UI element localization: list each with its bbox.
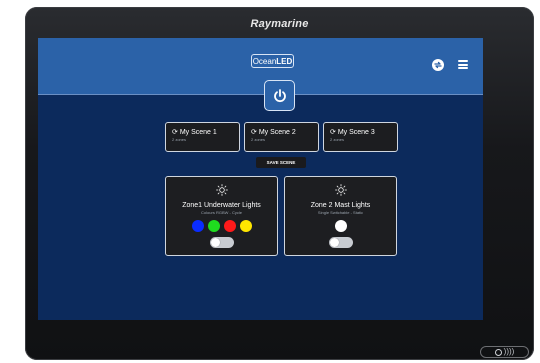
color-swatches [285,220,396,232]
zone-subtitle: Single Switchable - Static [317,210,364,215]
logo-suffix: LED [276,57,293,66]
scene-icon: ⟳ [251,129,257,136]
scene-subtitle: 2 zones [172,137,187,142]
power-icon [273,88,286,102]
scene-name: ⟳ My Scene 2 [251,129,296,136]
color-swatch-white[interactable] [334,220,347,232]
scene-name: ⟳ My Scene 3 [330,129,375,136]
nav-indicator[interactable]: )))) [480,346,529,358]
zone-power-toggle[interactable] [209,237,234,248]
brand-logo: Raymarine [250,18,309,30]
header-bar: OceanLED [38,38,483,95]
scene-name: ⟳ My Scene 1 [172,129,217,136]
power-button[interactable] [264,80,295,111]
scene-subtitle: 2 zones [330,137,345,142]
color-swatch-red[interactable] [223,220,236,232]
oceanled-logo: OceanLED [251,54,294,68]
sun-icon [215,184,228,196]
nav-indicator-chevrons: )))) [503,347,515,356]
toggle-knob [210,238,220,247]
scene-icon: ⟳ [172,129,178,136]
scene-card-3[interactable]: ⟳ My Scene 3 2 zones [323,122,398,152]
sun-icon [334,184,347,196]
hamburger-menu-icon[interactable] [458,60,468,69]
zone-card-1[interactable]: Zone1 Underwater Lights Colours RGBW - C… [165,176,278,256]
zone-power-toggle[interactable] [328,237,353,248]
color-swatches [166,220,277,232]
app-screen: OceanLED ⟳ My Scene 1 2 zones ⟳ My Scene… [38,38,483,320]
zone-subtitle: Colours RGBW - Cycle [201,210,242,215]
scene-subtitle: 2 zones [251,137,266,142]
zone-title: Zone1 Underwater Lights [182,202,261,209]
toggle-knob [329,238,339,247]
logo-prefix: Ocean [252,57,277,66]
zone-title: Zone 2 Mast Lights [310,202,371,209]
zone-card-2[interactable]: Zone 2 Mast Lights Single Switchable - S… [284,176,397,256]
color-swatch-yellow[interactable] [239,220,252,232]
scene-card-1[interactable]: ⟳ My Scene 1 2 zones [165,122,240,152]
sync-icon[interactable] [432,59,444,71]
home-ring-icon [494,348,502,356]
save-scene-button[interactable]: SAVE SCENE [256,157,306,168]
scene-card-2[interactable]: ⟳ My Scene 2 2 zones [244,122,319,152]
scene-icon: ⟳ [330,129,336,136]
color-swatch-blue[interactable] [191,220,204,232]
color-swatch-green[interactable] [207,220,220,232]
